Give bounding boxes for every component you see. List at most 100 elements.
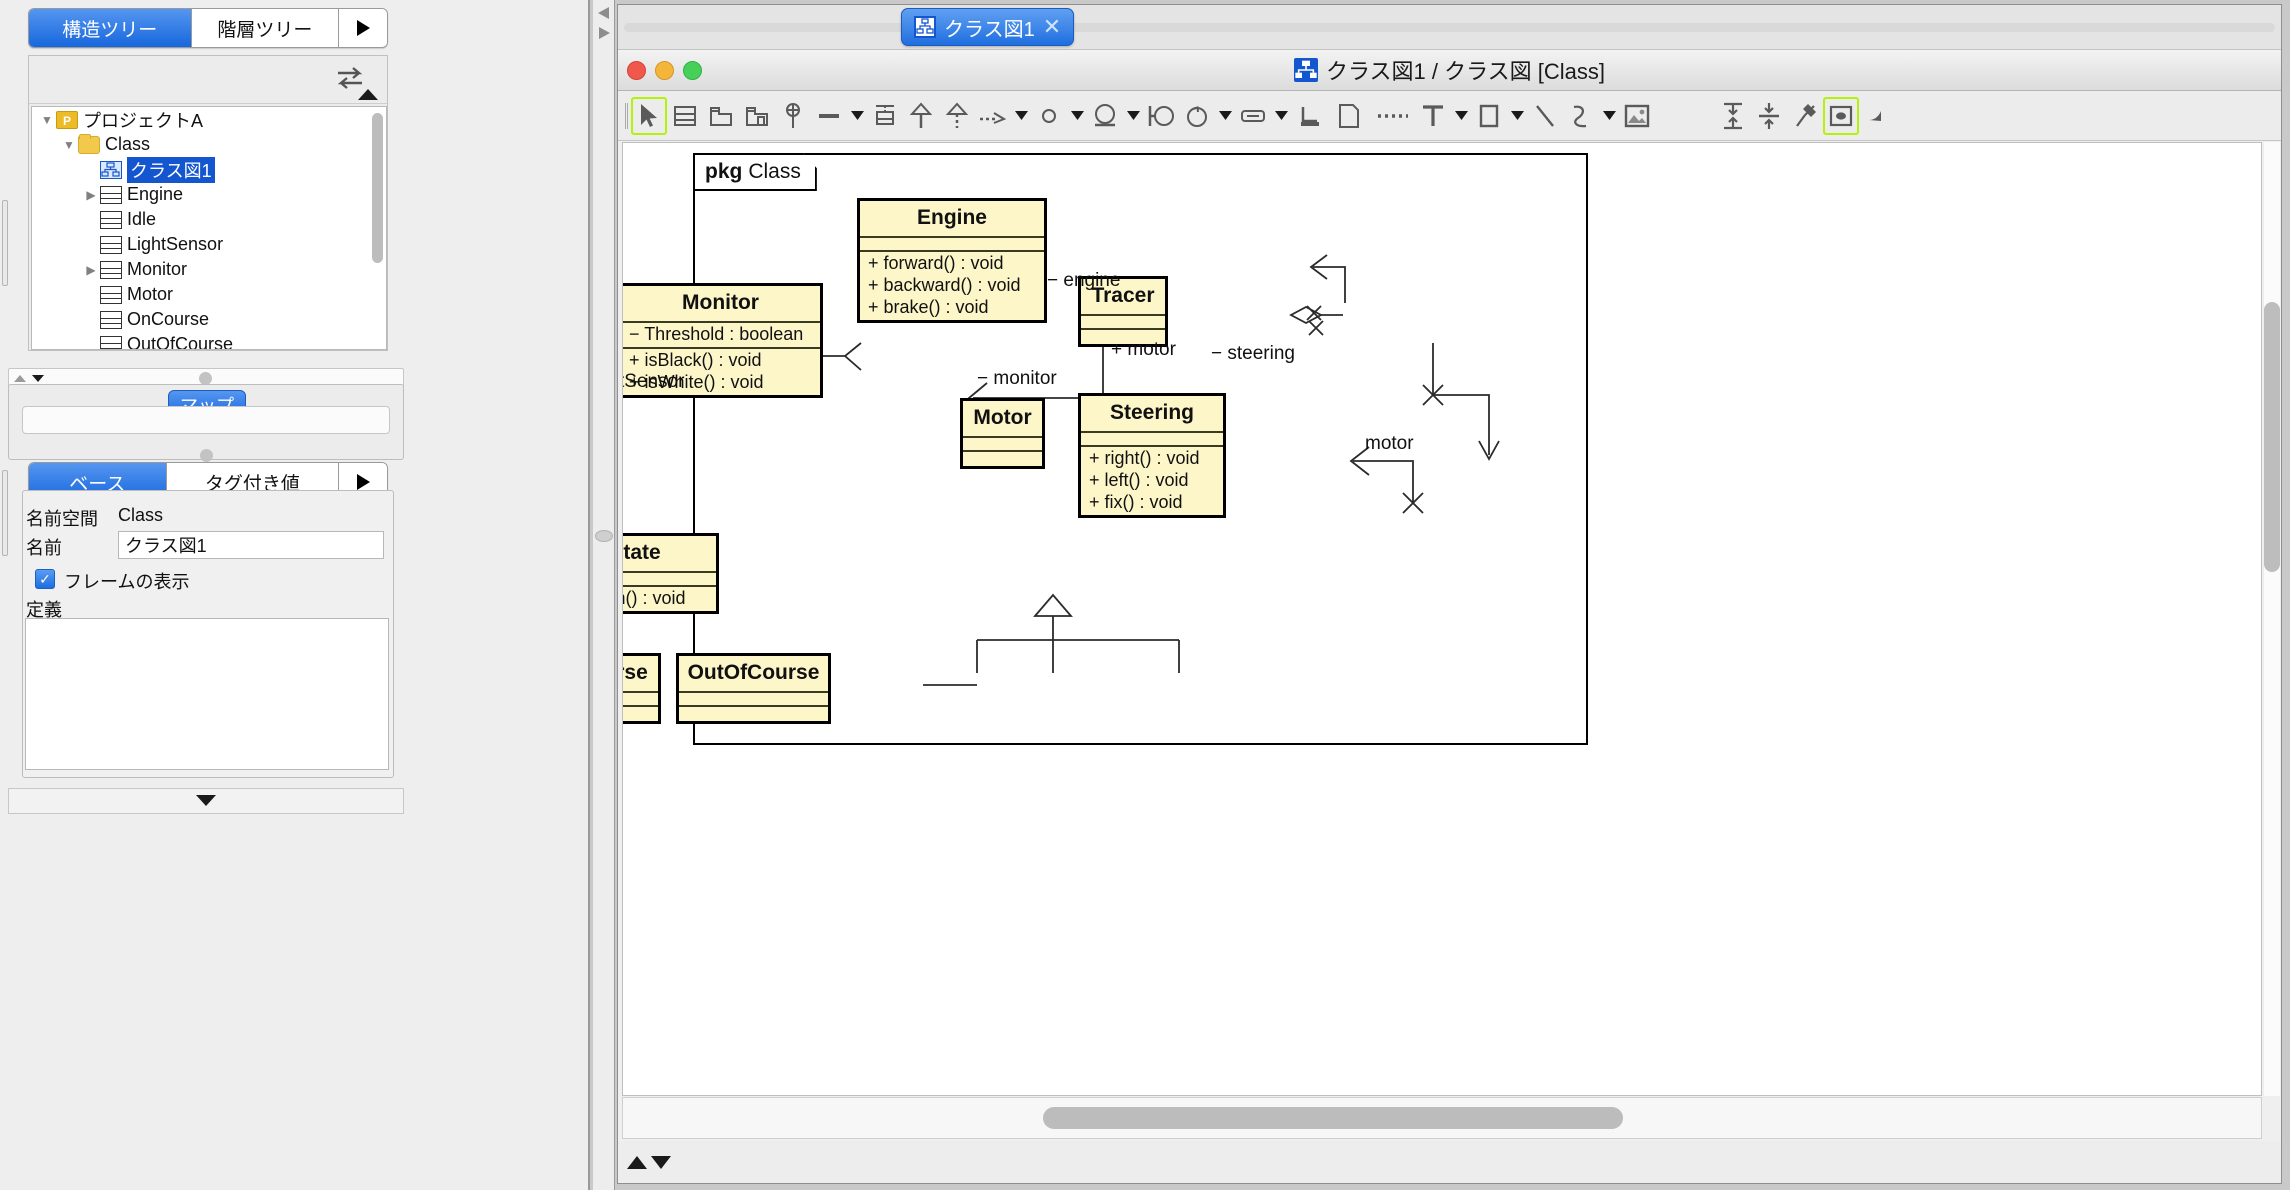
window-title-bar: クラス図1 / クラス図 [Class] xyxy=(618,49,2281,91)
tree-tab-group[interactable]: 構造ツリー 階層ツリー xyxy=(28,8,388,48)
tree-item-monitor[interactable]: ▶ Monitor xyxy=(32,257,386,282)
class-tool-button[interactable] xyxy=(667,97,703,135)
toolbar-grip[interactable] xyxy=(625,102,628,129)
select-tool-button[interactable] xyxy=(631,96,667,135)
class-name: OutOfCourse xyxy=(679,656,828,693)
panel-divider[interactable] xyxy=(593,0,615,1190)
tree-item-class[interactable]: ▼ Class xyxy=(32,132,386,157)
class-node-outofcourse[interactable]: OutOfCourse xyxy=(676,653,831,724)
image-tool-button[interactable] xyxy=(1619,97,1655,135)
disclosure-open-icon[interactable]: ▼ xyxy=(38,113,56,127)
class-node-steering[interactable]: Steering + right() : void + left() : voi… xyxy=(1078,393,1226,518)
panel-edge-handle-top[interactable] xyxy=(2,200,8,286)
class-icon xyxy=(100,235,122,254)
assembly-tool-button[interactable] xyxy=(1179,97,1215,135)
tree-item-engine[interactable]: ▶ Engine xyxy=(32,182,386,207)
nav-down-icon[interactable] xyxy=(650,1154,672,1170)
left-panel-expand-bar[interactable] xyxy=(8,788,404,814)
tree-list[interactable]: ▼ P プロジェクトA ▼ Class クラス図1 ▶ Engine Idle LightSens… xyxy=(31,106,387,350)
note-tool-button[interactable] xyxy=(1327,97,1371,135)
disclosure-open-icon[interactable]: ▼ xyxy=(60,138,78,152)
collapse-left-icon[interactable] xyxy=(595,6,613,20)
tree-item-クラス図1[interactable]: クラス図1 xyxy=(32,156,386,183)
rect-tool-caret[interactable] xyxy=(1507,97,1527,135)
port-tool-button[interactable] xyxy=(775,97,811,135)
vertical-scroll-thumb[interactable] xyxy=(2264,302,2280,572)
subsystem-tool-button[interactable] xyxy=(739,97,775,135)
note-anchor-tool-button[interactable] xyxy=(1371,97,1415,135)
required-interface-tool-button[interactable] xyxy=(1143,97,1179,135)
line-tool-button[interactable] xyxy=(1527,97,1563,135)
tab-close-icon[interactable]: ✕ xyxy=(1043,14,1061,40)
dependency-tool-caret[interactable] xyxy=(1011,97,1031,135)
disclosure-closed-icon[interactable]: ▶ xyxy=(82,188,100,202)
interface-tool-button[interactable] xyxy=(1031,97,1067,135)
curve-tool-button[interactable] xyxy=(1563,97,1599,135)
tree-item-プロジェクトa[interactable]: ▼ P プロジェクトA xyxy=(32,107,386,132)
map-splitter-knob[interactable] xyxy=(200,449,213,462)
distribute-tool-button[interactable] xyxy=(1751,97,1787,135)
tab-structure-tree[interactable]: 構造ツリー xyxy=(29,9,192,47)
class-node-motor[interactable]: Motor xyxy=(960,398,1045,469)
association-tool-button[interactable] xyxy=(811,97,847,135)
tree-item-lightsensor[interactable]: LightSensor xyxy=(32,232,386,257)
diagram-canvas[interactable]: pkg Class Engine + forward(): void + ba… xyxy=(622,142,2262,1096)
qualified-association-tool-button[interactable] xyxy=(867,97,903,135)
align-vertical-icon xyxy=(1724,102,1742,129)
attribute-tool-caret[interactable] xyxy=(1271,97,1291,135)
attribute-tool-button[interactable] xyxy=(1235,97,1271,135)
association-tool-caret[interactable] xyxy=(847,97,867,135)
assoc-label-lightsensor: − lightSensor xyxy=(623,371,685,392)
interface-tool-caret[interactable] xyxy=(1067,97,1087,135)
tree-vertical-scrollbar[interactable] xyxy=(372,113,383,263)
align-vertical-tool-button[interactable] xyxy=(1715,97,1751,135)
corner-tool-button[interactable] xyxy=(1291,97,1327,135)
name-input[interactable]: クラス図1 xyxy=(118,531,384,559)
nav-up-icon[interactable] xyxy=(626,1154,648,1170)
expand-right-icon[interactable] xyxy=(595,26,613,40)
lollipop-tool-caret[interactable] xyxy=(1123,97,1143,135)
horizontal-scroll-thumb[interactable] xyxy=(1043,1107,1623,1129)
tab-class-diagram-1[interactable]: クラス図1 ✕ xyxy=(901,8,1075,46)
class-node-state[interactable]: State + action() : void xyxy=(623,533,719,614)
class-node-engine[interactable]: Engine + forward() : void + backward() :… xyxy=(857,198,1047,323)
class-node-oncourse[interactable]: OnCourse xyxy=(623,653,661,724)
generalization-tool-button[interactable] xyxy=(903,97,939,135)
package-icon xyxy=(710,106,732,126)
scroll-up-icon[interactable] xyxy=(13,374,27,383)
assembly-tool-caret[interactable] xyxy=(1215,97,1235,135)
package-tool-button[interactable] xyxy=(703,97,739,135)
map-thumbnail-area[interactable] xyxy=(22,406,390,434)
realization-tool-button[interactable] xyxy=(939,97,975,135)
canvas-vertical-scrollbar[interactable] xyxy=(2264,142,2280,1096)
canvas-horizontal-scrollbar[interactable] xyxy=(622,1097,2262,1139)
tree-item-outofcourse[interactable]: OutOfCourse xyxy=(32,332,386,350)
tree-item-idle[interactable]: Idle xyxy=(32,207,386,232)
disclosure-closed-icon[interactable]: ▶ xyxy=(82,263,100,277)
rect-tool-button[interactable] xyxy=(1471,97,1507,135)
resize-grip-icon xyxy=(1869,110,1881,121)
tree-toolbar xyxy=(29,56,387,104)
panel-edge-handle-bottom[interactable] xyxy=(2,470,8,556)
cursor-arrow-icon xyxy=(641,103,657,127)
curve-tool-caret[interactable] xyxy=(1599,97,1619,135)
class-diagram[interactable]: pkg Class Engine + forward(): void + ba… xyxy=(623,143,2261,1095)
line-icon xyxy=(819,113,839,118)
divider-knob[interactable] xyxy=(595,530,613,542)
definition-textarea[interactable] xyxy=(25,618,389,770)
dependency-tool-button[interactable] xyxy=(975,97,1011,135)
lollipop-tool-button[interactable] xyxy=(1087,97,1123,135)
show-frame-checkbox[interactable]: ✓ xyxy=(35,569,55,589)
tree-tabs-more-button[interactable] xyxy=(339,9,387,47)
text-tool-caret[interactable] xyxy=(1451,97,1471,135)
tree-item-label: OutOfCourse xyxy=(127,334,234,350)
toolbar-overflow-button[interactable] xyxy=(1859,97,1895,135)
pin-tool-button[interactable] xyxy=(1787,97,1823,135)
tree-item-motor[interactable]: Motor xyxy=(32,282,386,307)
tree-item-oncourse[interactable]: OnCourse xyxy=(32,307,386,332)
text-tool-button[interactable] xyxy=(1415,97,1451,135)
tab-hierarchy-tree[interactable]: 階層ツリー xyxy=(191,9,340,47)
show-frame-tool-button[interactable] xyxy=(1823,96,1859,135)
collapse-up-icon[interactable] xyxy=(357,87,379,101)
scroll-down-icon[interactable] xyxy=(31,374,45,383)
